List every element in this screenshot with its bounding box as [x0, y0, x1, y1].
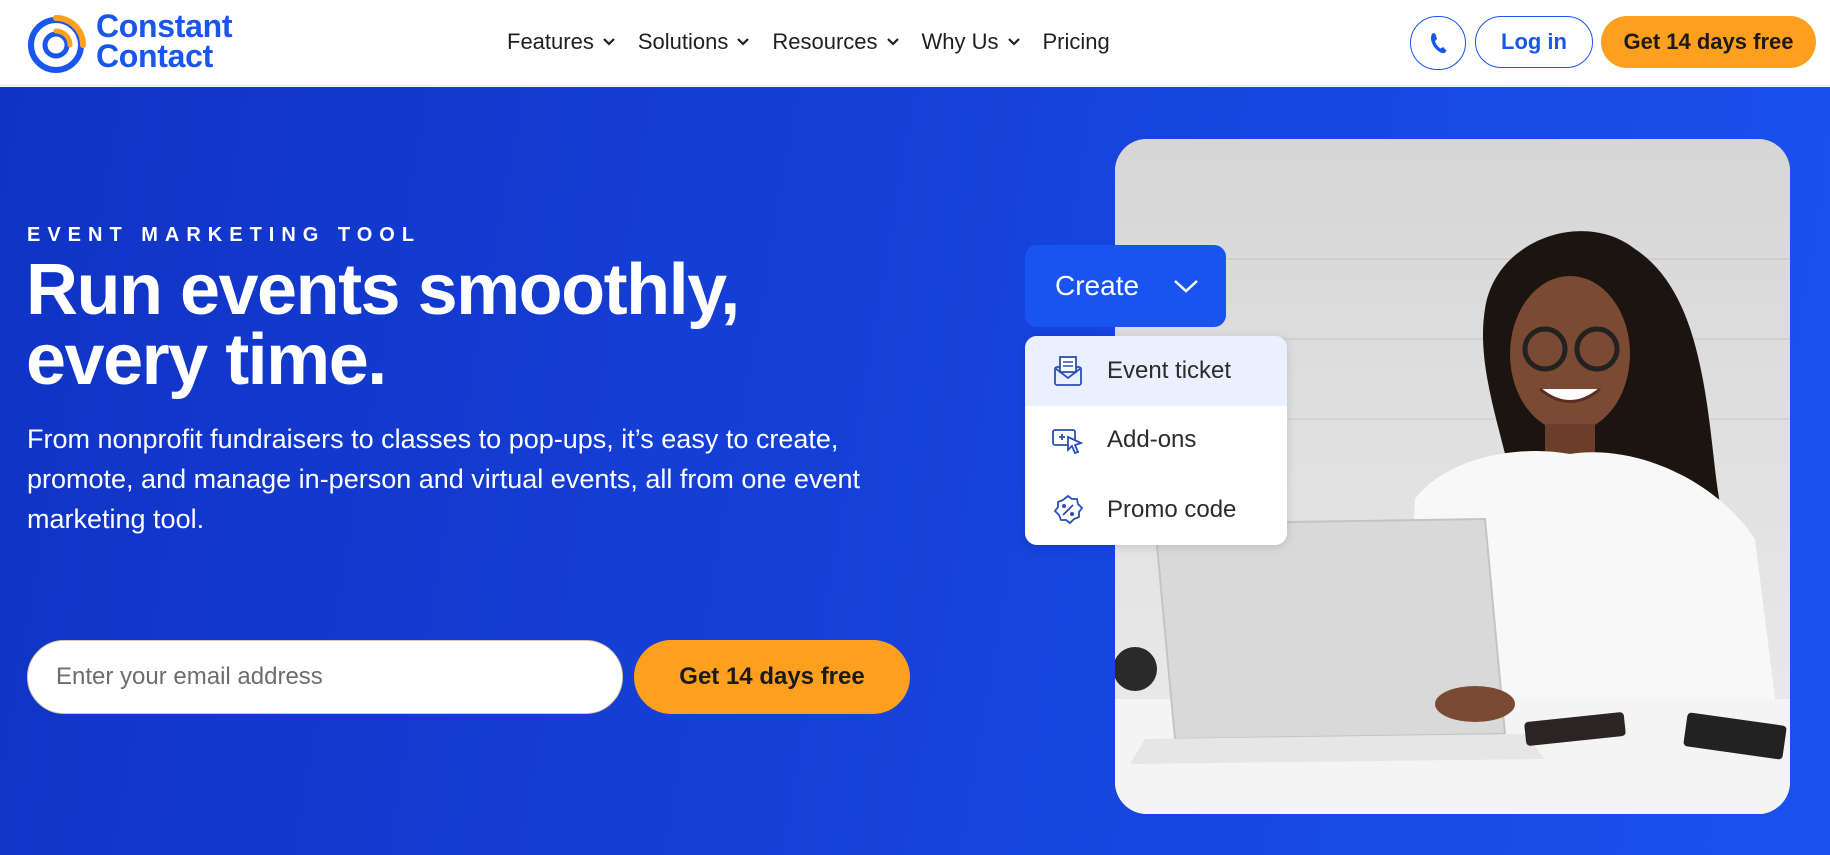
create-dropdown-menu: Event ticket Add-ons Promo code — [1025, 336, 1287, 545]
brand-line2: Contact — [96, 38, 214, 74]
menu-item-label: Event ticket — [1107, 356, 1232, 384]
hero-eyebrow: EVENT MARKETING TOOL — [27, 224, 422, 246]
chevron-down-icon — [1174, 280, 1198, 293]
chevron-down-icon — [1007, 38, 1020, 46]
logo-mark-icon — [28, 15, 86, 73]
menu-item-label: Promo code — [1107, 495, 1237, 523]
create-label: Create — [1055, 270, 1140, 301]
nav-item-label: Solutions — [637, 29, 729, 54]
headline-line2: every time. — [26, 320, 387, 400]
nav-item-label: Why Us — [921, 29, 999, 54]
menu-item-event-ticket[interactable]: Event ticket — [1025, 336, 1287, 406]
nav-item-solutions[interactable]: Solutions — [638, 29, 751, 55]
chevron-down-icon — [603, 38, 615, 46]
chevron-down-icon — [737, 38, 750, 46]
brand-line1: Constant — [96, 8, 233, 44]
create-dropdown-button[interactable]: Create — [1025, 245, 1226, 327]
menu-item-label: Add-ons — [1107, 426, 1197, 454]
main-nav: Features Solutions Resources Why Us Pric… — [507, 22, 1110, 62]
hero-free-trial-button[interactable]: Get 14 days free — [634, 640, 910, 714]
nav-item-pricing[interactable]: Pricing — [1043, 29, 1110, 55]
nav-item-label: Resources — [772, 29, 878, 54]
brand-wordmark: Constant Contact — [96, 8, 233, 74]
headline-line1: Run events smoothly, — [26, 250, 740, 330]
hero-subcopy: From nonprofit fundraisers to classes to… — [27, 424, 860, 534]
cursor-add-icon — [1052, 429, 1084, 455]
menu-item-promo-code[interactable]: Promo code — [1025, 475, 1287, 545]
hero-headline: Run events smoothly, every time. — [26, 254, 846, 396]
header-free-trial-button[interactable]: Get 14 days free — [1601, 16, 1816, 68]
login-button[interactable]: Log in — [1475, 16, 1593, 68]
envelope-ticket-icon — [1054, 355, 1082, 386]
brand-logo[interactable]: Constant Contact — [26, 9, 256, 75]
nav-item-resources[interactable]: Resources — [772, 29, 899, 55]
nav-item-why-us[interactable]: Why Us — [922, 29, 1021, 55]
chevron-down-icon — [886, 38, 899, 46]
phone-icon — [1431, 33, 1447, 54]
menu-item-add-ons[interactable]: Add-ons — [1025, 406, 1287, 476]
hero-section: EVENT MARKETING TOOL Run events smoothly… — [0, 87, 1830, 855]
nav-item-features[interactable]: Features — [507, 29, 616, 55]
email-input[interactable] — [27, 640, 623, 714]
nav-item-label: Pricing — [1042, 29, 1110, 54]
nav-item-label: Features — [507, 29, 594, 54]
promo-badge-icon — [1053, 494, 1084, 525]
site-header: Constant Contact Features Solutions Reso… — [0, 0, 1830, 86]
phone-button[interactable] — [1410, 16, 1466, 70]
